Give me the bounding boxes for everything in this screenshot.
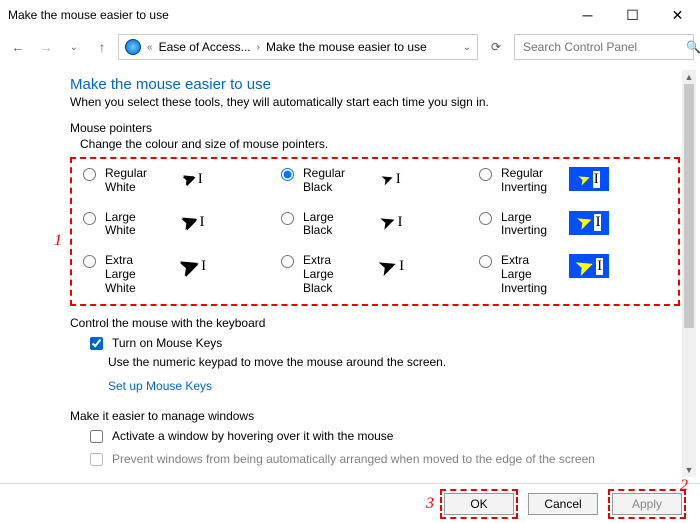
label-mouse-keys: Turn on Mouse Keys [112,336,222,350]
label-extra-large-inverting: Extra Large Inverting [501,254,563,295]
label-large-white: Large White [105,211,167,239]
checkbox-mouse-keys[interactable] [90,337,103,350]
radio-regular-black[interactable] [281,168,294,181]
chevron-right-icon: › [257,42,260,53]
scroll-down-icon[interactable]: ▼ [682,463,696,477]
radio-large-black[interactable] [281,212,294,225]
option-regular-inverting[interactable]: Regular Inverting ➤I [474,167,672,195]
link-setup-mouse-keys[interactable]: Set up Mouse Keys [108,379,212,393]
up-icon[interactable]: ↑ [90,35,114,59]
radio-large-white[interactable] [83,212,96,225]
annotation-1: 1 [54,232,62,250]
preview-extra-large-inverting: ➤I [569,254,609,278]
checkbox-hover-activate-row[interactable]: Activate a window by hovering over it wi… [86,427,680,446]
radio-regular-inverting[interactable] [479,168,492,181]
forward-icon[interactable]: → [34,35,58,59]
label-prevent-arrange: Prevent windows from being automatically… [112,452,595,466]
label-large-black: Large Black [303,211,365,239]
dialog-footer: 3 OK Cancel Apply 2 [0,483,700,523]
label-regular-black: Regular Black [303,167,365,195]
back-icon[interactable]: ← [6,35,30,59]
pointers-instruction: Change the colour and size of mouse poin… [80,137,680,151]
radio-extra-large-inverting[interactable] [479,255,492,268]
preview-extra-large-black: ➤I [371,254,411,278]
search-input[interactable] [521,39,680,55]
option-regular-black[interactable]: Regular Black ➤I [276,167,474,195]
label-hover-activate: Activate a window by hovering over it wi… [112,429,393,443]
checkbox-prevent-arrange[interactable] [90,453,103,466]
section-manage-windows: Make it easier to manage windows [70,409,680,423]
address-bar[interactable]: « Ease of Access... › Make the mouse eas… [118,34,478,60]
radio-regular-white[interactable] [83,168,96,181]
option-extra-large-black[interactable]: Extra Large Black ➤I [276,254,474,295]
pointers-grid: Regular White ➤I Regular Black ➤I Regula… [78,167,672,296]
radio-extra-large-white[interactable] [83,255,96,268]
annotation-3: 3 [426,495,434,513]
label-extra-large-white: Extra Large White [105,254,167,295]
titlebar: Make the mouse easier to use ─ ☐ ✕ [0,0,700,30]
minimize-button[interactable]: ─ [565,0,610,30]
option-extra-large-inverting[interactable]: Extra Large Inverting ➤I [474,254,672,295]
ok-button-highlight: OK [440,489,518,519]
preview-regular-inverting: ➤I [569,167,609,191]
preview-regular-white: ➤I [173,167,213,191]
apply-button-highlight: Apply [608,489,686,519]
annotation-2: 2 [680,477,688,495]
vertical-scrollbar[interactable]: ▲ ▼ [682,70,696,477]
search-icon[interactable]: 🔍 [686,40,700,54]
address-dropdown-icon[interactable]: ⌄ [463,42,471,53]
preview-regular-black: ➤I [371,167,411,191]
pointers-group-highlight: Regular White ➤I Regular Black ➤I Regula… [70,157,680,306]
label-extra-large-black: Extra Large Black [303,254,365,295]
option-extra-large-white[interactable]: Extra Large White ➤I [78,254,276,295]
window-title: Make the mouse easier to use [8,8,565,22]
ok-button[interactable]: OK [444,493,514,515]
breadcrumb-root: « [147,42,153,53]
apply-button[interactable]: Apply [612,493,682,515]
close-button[interactable]: ✕ [655,0,700,30]
breadcrumb-ease-of-access[interactable]: Ease of Access... [159,40,251,54]
search-box[interactable]: 🔍 [514,34,694,60]
content-area: Make the mouse easier to use When you se… [70,70,680,473]
scroll-up-icon[interactable]: ▲ [682,70,696,84]
radio-extra-large-black[interactable] [281,255,294,268]
option-large-black[interactable]: Large Black ➤I [276,211,474,239]
page-title: Make the mouse easier to use [70,76,680,93]
cancel-button[interactable]: Cancel [528,493,598,515]
option-large-white[interactable]: Large White ➤I [78,211,276,239]
maximize-button[interactable]: ☐ [610,0,655,30]
radio-large-inverting[interactable] [479,212,492,225]
option-large-inverting[interactable]: Large Inverting ➤I [474,211,672,239]
page-subtitle: When you select these tools, they will a… [70,95,680,109]
preview-extra-large-white: ➤I [173,254,213,278]
checkbox-hover-activate[interactable] [90,430,103,443]
refresh-icon[interactable]: ⟳ [482,34,510,60]
checkbox-prevent-arrange-row[interactable]: Prevent windows from being automatically… [86,450,680,469]
section-mouse-pointers: Mouse pointers [70,121,680,135]
navbar: ← → ⌄ ↑ « Ease of Access... › Make the m… [0,30,700,64]
option-regular-white[interactable]: Regular White ➤I [78,167,276,195]
mouse-keys-desc: Use the numeric keypad to move the mouse… [108,355,680,369]
section-keyboard-mouse: Control the mouse with the keyboard [70,316,680,330]
control-panel-icon [125,39,141,55]
recent-chevron-icon[interactable]: ⌄ [62,35,86,59]
breadcrumb-current[interactable]: Make the mouse easier to use [266,40,427,54]
preview-large-black: ➤I [371,211,411,235]
label-large-inverting: Large Inverting [501,211,563,239]
preview-large-inverting: ➤I [569,211,609,235]
label-regular-inverting: Regular Inverting [501,167,563,195]
label-regular-white: Regular White [105,167,167,195]
preview-large-white: ➤I [173,211,213,235]
checkbox-mouse-keys-row[interactable]: Turn on Mouse Keys [86,334,680,353]
scroll-thumb[interactable] [684,84,694,328]
